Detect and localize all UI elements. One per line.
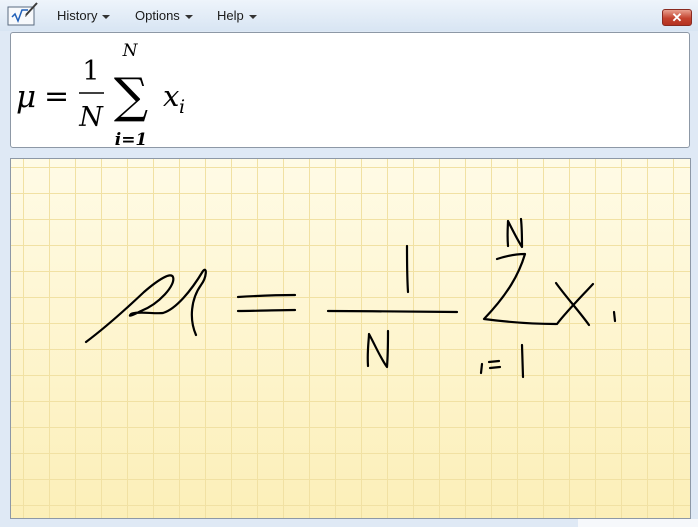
- title-bar: History Options Help ✕: [0, 0, 698, 31]
- formula-lower-limit: i=1: [115, 130, 148, 149]
- ink-subscript-i: [612, 310, 617, 323]
- ink-equals-top: [236, 293, 297, 299]
- recognized-formula-preview: μ = 1 N N ∑ i=1 x i: [10, 32, 690, 149]
- ink-sigma: [482, 252, 558, 326]
- menu-help-label: Help: [217, 8, 244, 23]
- chevron-down-icon: [248, 14, 257, 19]
- math-input-icon[interactable]: [7, 2, 39, 26]
- ink-lower-eq-1: [487, 359, 501, 364]
- close-icon: ✕: [671, 10, 683, 25]
- menu-options-label: Options: [135, 8, 180, 23]
- ink-fraction-bar: [326, 309, 459, 314]
- formula-upper-limit: N: [122, 41, 139, 61]
- ink-equals-bottom: [236, 308, 297, 313]
- formula-sigma: ∑: [114, 68, 148, 124]
- status-strip: [578, 519, 698, 527]
- ink-one: [405, 244, 410, 294]
- ink-n-upper: [506, 217, 524, 249]
- ink-n-denominator: [366, 329, 390, 369]
- menu-history-label: History: [57, 8, 98, 23]
- formula-render: μ = 1 N N ∑ i=1 x i: [16, 41, 185, 149]
- formula-x: x: [163, 79, 179, 113]
- menu-options[interactable]: Options: [135, 8, 193, 24]
- formula-denominator: N: [78, 102, 104, 133]
- formula-subscript: i: [179, 96, 185, 118]
- ink-lower-i: [479, 362, 484, 375]
- chevron-down-icon: [102, 14, 111, 19]
- formula-numerator: 1: [82, 56, 99, 87]
- handwriting-input-area[interactable]: [10, 158, 691, 519]
- formula-equals: =: [44, 79, 69, 114]
- menu-help[interactable]: Help: [217, 8, 257, 24]
- chevron-down-icon: [184, 14, 193, 19]
- menu-history[interactable]: History: [57, 8, 111, 24]
- ink-lower-one: [520, 343, 525, 379]
- ink-lower-eq-2: [488, 365, 502, 370]
- ink-mu: [84, 268, 207, 344]
- ink-strokes: [84, 217, 617, 379]
- formula-mu: μ: [16, 79, 36, 115]
- close-button[interactable]: ✕: [662, 9, 692, 26]
